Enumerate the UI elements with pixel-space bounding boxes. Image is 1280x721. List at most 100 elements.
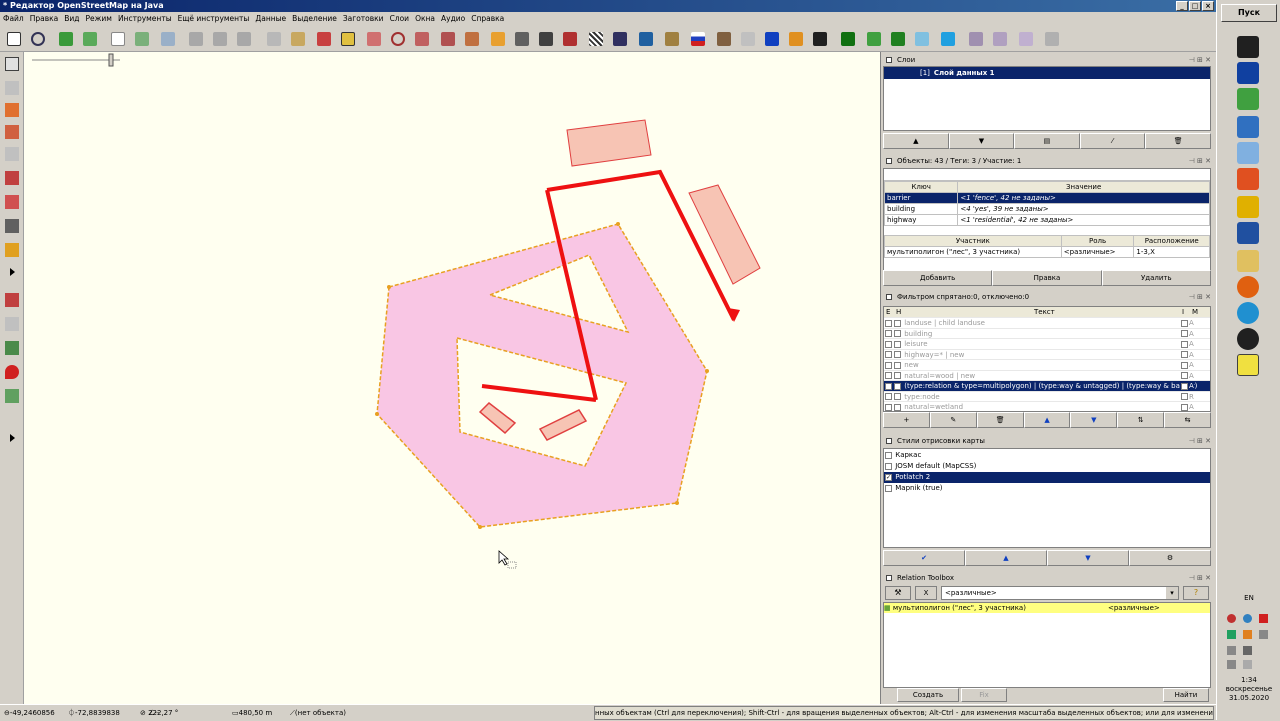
download-icon[interactable] [56,29,76,49]
extrude-tool-icon[interactable] [2,168,22,188]
filter-row[interactable]: building A [884,329,1210,339]
menu-layers[interactable]: Слои [387,12,413,26]
preset-fence-icon[interactable] [560,29,580,49]
search-icon[interactable] [158,29,178,49]
fix-relation-button[interactable]: Fix [961,688,1007,702]
app-icon[interactable] [1237,36,1259,58]
menu-selection[interactable]: Выделение [289,12,340,26]
style-up-button[interactable]: ▲ [965,550,1047,566]
maximize-button[interactable]: □ [1189,1,1201,11]
menu-view[interactable]: Вид [61,12,82,26]
preset-shop-icon[interactable] [762,29,782,49]
style-down-button[interactable]: ▼ [1047,550,1129,566]
preset-tree-icon[interactable] [888,29,908,49]
panel-controls-icon[interactable]: ⊣ ⊞ ✕ [1189,56,1211,64]
relation-toolbox-header[interactable]: Relation Toolbox ⊣ ⊞ ✕ [883,572,1213,584]
menu-audio[interactable]: Аудио [438,12,468,26]
app-icon[interactable] [1237,142,1259,164]
app-icon[interactable] [1237,116,1259,138]
menu-edit[interactable]: Правка [27,12,62,26]
preset-wetland-icon[interactable] [912,29,932,49]
draw-tool-icon[interactable] [2,100,22,120]
clock[interactable]: 1:34 воскресенье 31.05.2020 [1217,676,1280,703]
properties-header[interactable]: Объекты: 43 / Теги: 3 / Участие: 1 ⊣ ⊞ ✕ [883,155,1213,167]
duplicate-button[interactable]: ⁄ [1079,133,1146,149]
copy-icon[interactable] [234,29,254,49]
edit-filter-button[interactable]: ✎ [929,412,977,428]
preset-water-area-icon[interactable] [938,29,958,49]
app-icon[interactable] [1237,62,1259,84]
tag-row[interactable]: building <4 'yes', 39 не заданы> [884,203,1210,215]
preset-church-icon[interactable] [662,29,682,49]
new-layer-icon[interactable] [4,29,24,49]
close-button[interactable]: × [1202,1,1214,11]
firefox-icon[interactable] [1237,276,1259,298]
app-icon[interactable] [1237,168,1259,190]
tag-row[interactable]: barrier <1 'fence', 42 не заданы> [884,192,1210,204]
zoom-icon[interactable] [28,29,48,49]
filter-sort-button[interactable]: ⇅ [1117,412,1165,428]
expand-dialogs-icon[interactable] [2,428,22,448]
create-relation-button[interactable]: Создать [897,688,959,702]
preset-cliff-icon[interactable] [966,29,986,49]
menu-tools[interactable]: Инструменты [115,12,175,26]
menu-presets[interactable]: Заготовки [340,12,387,26]
expand-tools-icon[interactable] [2,262,22,282]
filter-row[interactable]: type:node R [884,392,1210,402]
preset-flag-icon[interactable] [688,29,708,49]
membership-row[interactable]: мультиполигон ("лес", 3 участника) <разли… [884,246,1210,258]
folder-icon[interactable] [1237,250,1259,272]
layer-row[interactable]: [1] Слой данных 1 [884,67,1210,79]
pdf-icon[interactable] [1237,196,1259,218]
style-item[interactable]: JOSM default (MapCSS) [884,461,1210,472]
menu-data[interactable]: Данные [252,12,289,26]
history-tool-icon[interactable] [2,314,22,334]
menu-windows[interactable]: Окна [412,12,438,26]
remove-member-button[interactable]: X [915,586,937,600]
building-tool-icon[interactable] [2,216,22,236]
app-icon[interactable] [1237,222,1259,244]
scissors-icon[interactable] [364,29,384,49]
relation-row[interactable]: ▦ мультиполигон ("лес", 3 участника) <раз… [884,603,1210,613]
role-select[interactable]: <различные> ▾ [941,586,1179,600]
filter-down-button[interactable]: ▼ [1070,412,1118,428]
filter-row-selected[interactable]: (type:relation & type=multipolygon) | (t… [884,381,1210,392]
filter-tool-icon[interactable] [2,338,22,358]
filter-row[interactable]: landuse | child landuse A [884,318,1210,329]
redo-icon[interactable] [210,29,230,49]
apply-style-button[interactable]: ✔ [883,550,965,566]
simplify-icon[interactable] [412,29,432,49]
language-indicator[interactable]: EN [1217,594,1280,602]
split-way-icon[interactable] [314,29,334,49]
preset-building-icon[interactable] [610,29,630,49]
filter-row[interactable]: highway=* | new A [884,350,1210,360]
filter-row[interactable]: natural=wetland A [884,402,1210,411]
layers-list[interactable]: [1] Слой данных 1 [883,66,1211,131]
clipboard-icon[interactable] [288,29,308,49]
lasso-tool-icon[interactable] [2,78,22,98]
filter-export-button[interactable]: ⇆ [1164,412,1212,428]
minimize-button[interactable]: _ [1176,1,1188,11]
preset-power-icon[interactable] [1042,29,1062,49]
validate-icon[interactable] [132,29,152,49]
telegram-icon[interactable] [1237,302,1259,324]
preset-wood-icon[interactable] [864,29,884,49]
move-down-button[interactable]: ▼ [948,133,1015,149]
menu-help[interactable]: Справка [468,12,507,26]
preset-forest-icon[interactable] [838,29,858,49]
align-circle-icon[interactable] [388,29,408,49]
tag-row[interactable]: highway <1 'residential', 42 не заданы> [884,214,1210,226]
orthogonalize-icon[interactable] [438,29,458,49]
menu-file[interactable]: Файл [0,12,27,26]
start-button[interactable]: Пуск [1221,4,1277,22]
menu-mode[interactable]: Режим [83,12,115,26]
conflict-tool-icon[interactable] [2,386,22,406]
preset-railway-icon[interactable] [512,29,532,49]
delete-tag-button[interactable]: Удалить [1101,270,1211,286]
app-icon[interactable] [1237,88,1259,110]
menu-more-tools[interactable]: Ещё инструменты [175,12,253,26]
reverse-way-icon[interactable] [462,29,482,49]
pencil-tool-icon[interactable] [2,240,22,260]
tag-search-field[interactable] [884,169,1210,181]
add-filter-button[interactable]: + [883,412,930,428]
